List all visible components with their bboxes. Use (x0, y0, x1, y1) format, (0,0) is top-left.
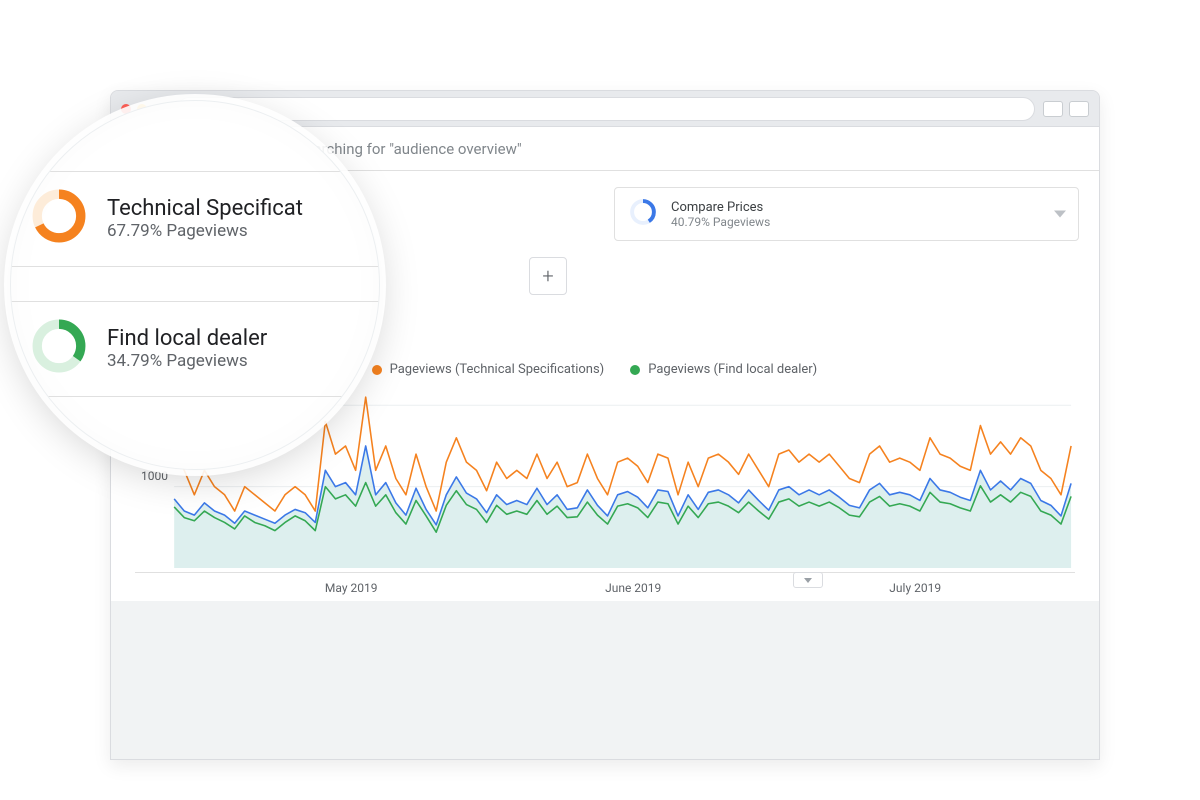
mag-subtitle: 34.79% Pageviews (107, 351, 267, 371)
donut-icon (31, 318, 87, 378)
chevron-down-icon (1054, 211, 1066, 218)
x-tick-label: July 2019 (889, 581, 941, 595)
donut-icon (31, 188, 87, 248)
chart-range-handle[interactable] (793, 572, 823, 588)
legend-label: Pageviews (Find local dealer) (648, 362, 817, 377)
mag-title: Technical Specificat (107, 196, 303, 221)
magnifier-overlay: Technical Specificat 67.79% Pageviews Fi… (10, 100, 380, 470)
x-axis: May 2019 June 2019 July 2019 (135, 581, 1075, 601)
card-subtitle: 40.79% Pageviews (671, 215, 770, 229)
x-tick-label: June 2019 (605, 581, 661, 595)
mag-subtitle: 67.79% Pageviews (107, 221, 303, 241)
mag-title: Find local dealer (107, 326, 267, 351)
mag-row-technical[interactable]: Technical Specificat 67.79% Pageviews (10, 171, 380, 267)
window-button-2[interactable] (1069, 101, 1089, 117)
add-metric-button[interactable]: + (529, 257, 567, 295)
legend-dot-icon (630, 365, 640, 375)
card-title: Compare Prices (671, 200, 770, 215)
x-tick-label: May 2019 (325, 581, 378, 595)
legend-item-technical[interactable]: Pageviews (Technical Specifications) (372, 362, 605, 377)
legend-label: Pageviews (Technical Specifications) (390, 362, 605, 377)
y-tick-label: 1000 (141, 469, 168, 483)
donut-icon (629, 198, 657, 230)
legend-item-dealer[interactable]: Pageviews (Find local dealer) (630, 362, 817, 377)
window-button-1[interactable] (1043, 101, 1063, 117)
mag-row-dealer[interactable]: Find local dealer 34.79% Pageviews (10, 301, 380, 397)
window-buttons-right (1043, 101, 1089, 117)
card-compare-prices[interactable]: Compare Prices 40.79% Pageviews (614, 187, 1079, 241)
